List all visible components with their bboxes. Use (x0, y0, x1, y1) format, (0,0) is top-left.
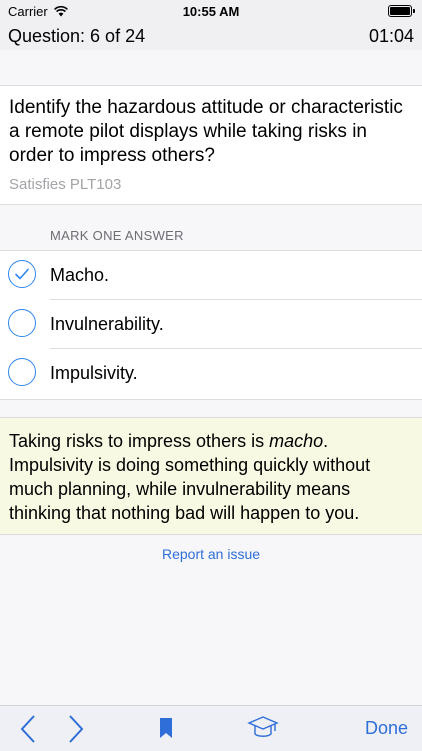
explanation-text: Taking risks to impress others is macho.… (9, 429, 414, 525)
graduation-cap-icon[interactable] (247, 716, 279, 740)
status-bar: Carrier 10:55 AM (0, 0, 422, 22)
answers-heading: MARK ONE ANSWER (50, 228, 184, 243)
satisfies-label: Satisfies PLT103 (9, 176, 122, 193)
question-card: Identify the hazardous attitude or chara… (0, 85, 422, 205)
question-text: Identify the hazardous attitude or chara… (9, 97, 403, 166)
explanation-box: Taking risks to impress others is macho.… (0, 417, 422, 535)
answer-label: Impulsivity. (50, 363, 138, 383)
answer-label: Invulnerability. (50, 314, 164, 334)
bookmark-icon[interactable] (159, 717, 173, 739)
checked-circle-icon[interactable] (8, 260, 36, 288)
explanation-part1: Taking risks to impress others is (9, 431, 270, 451)
timer: 01:04 (368, 26, 414, 46)
answer-label: Macho. (50, 265, 110, 285)
unchecked-circle-icon[interactable] (8, 358, 36, 386)
bottom-toolbar: Done (0, 705, 422, 751)
explanation-emphasis: macho (269, 431, 324, 451)
chevron-left-icon[interactable] (18, 714, 38, 744)
chevron-right-icon[interactable] (66, 714, 86, 744)
checkmark-icon (14, 268, 30, 280)
question-counter: Question: 6 of 24 (8, 26, 146, 46)
report-issue-link[interactable]: Report an issue (0, 546, 422, 562)
answer-option-invulnerability[interactable]: Invulnerability. (0, 300, 422, 349)
clock: 10:55 AM (182, 4, 240, 19)
done-button[interactable]: Done (365, 718, 408, 739)
answer-option-impulsivity[interactable]: Impulsivity. (0, 349, 422, 398)
unchecked-circle-icon[interactable] (8, 309, 36, 337)
battery-icon (388, 5, 415, 17)
answer-option-macho[interactable]: Macho. (0, 251, 422, 300)
answer-list: Macho. Invulnerability. Impulsivity. (0, 250, 422, 400)
quiz-header: Question: 6 of 24 01:04 (0, 22, 422, 50)
